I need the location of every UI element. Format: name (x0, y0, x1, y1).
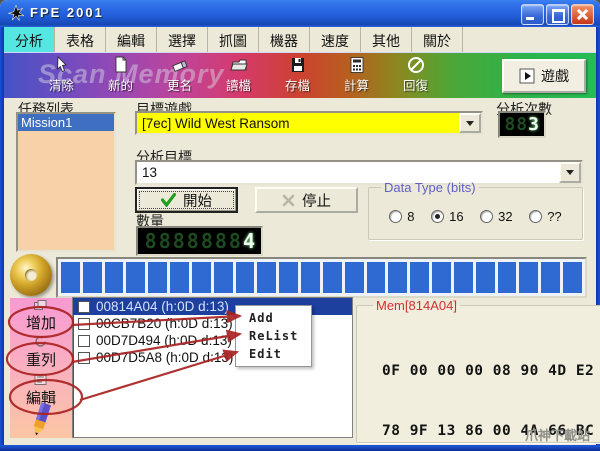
radio-icon (389, 209, 403, 223)
analysis-count-display: 88 3 (498, 111, 546, 138)
context-menu-relist[interactable]: ReList (236, 327, 311, 345)
data-type-group: Data Type (bits) 8 16 32 ?? (368, 180, 583, 240)
maximize-button[interactable] (546, 4, 569, 25)
radio-16[interactable]: 16 (431, 209, 464, 224)
memory-panel-title: Mem[814A04] (376, 298, 457, 313)
radio-icon (431, 209, 445, 223)
radio-icon (480, 209, 494, 223)
game-button[interactable]: 遊戲 (502, 59, 586, 93)
menu-speed[interactable]: 速度 (310, 27, 361, 52)
save-button[interactable]: 存檔 (268, 55, 327, 94)
data-type-legend: Data Type (bits) (384, 180, 476, 195)
rename-button[interactable]: 更名 (150, 55, 209, 94)
new-page-icon (112, 55, 130, 75)
clear-button[interactable]: 清除 (32, 55, 91, 94)
window-title: FPE 2001 (30, 5, 104, 20)
play-icon (519, 68, 535, 84)
relist-button[interactable]: 重列 (10, 349, 72, 370)
radio-icon (529, 209, 543, 223)
start-button[interactable]: 開始 (135, 187, 238, 213)
load-button[interactable]: 讀檔 (209, 55, 268, 94)
menu-other[interactable]: 其他 (361, 27, 412, 52)
floppy-icon (289, 55, 307, 75)
close-button[interactable] (571, 4, 594, 25)
side-toolbar: 增加 重列 編輯 (10, 298, 74, 438)
check-icon (161, 193, 176, 207)
checkbox-icon[interactable] (78, 317, 90, 330)
context-menu: Add ReList Edit (235, 305, 312, 367)
checkbox-icon[interactable] (78, 300, 90, 313)
cursor-icon (53, 55, 71, 75)
undo-icon (407, 55, 425, 75)
cd-icon (10, 254, 52, 296)
radio-8[interactable]: 8 (389, 209, 415, 224)
minimize-button[interactable] (521, 4, 544, 25)
open-folder-icon (229, 55, 249, 75)
app-icon (8, 5, 24, 21)
menu-analyze[interactable]: 分析 (4, 27, 55, 52)
quantity-display: 8888888 4 (136, 226, 263, 256)
menu-bar: 分析 表格 編輯 選擇 抓圖 機器 速度 其他 關於 (4, 27, 596, 53)
target-game-combo[interactable]: [7ec] Wild West Ransom (135, 111, 483, 135)
pencil-icon (33, 402, 52, 436)
cross-icon (282, 194, 295, 206)
fpe-window: FPE 2001 分析 表格 編輯 選擇 抓圖 機器 速度 其他 關於 Scan… (0, 0, 600, 451)
task-list[interactable]: Mission1 (16, 112, 116, 252)
stop-button[interactable]: 停止 (255, 187, 358, 213)
chevron-down-icon[interactable] (459, 113, 481, 133)
title-bar[interactable]: FPE 2001 (0, 0, 600, 27)
menu-capture[interactable]: 抓圖 (208, 27, 259, 52)
menu-about[interactable]: 關於 (412, 27, 463, 52)
site-watermark: 爪神下載站 (524, 428, 590, 443)
add-button[interactable]: 增加 (10, 312, 72, 333)
toolbar: Scan Memory 清除 新的 更名 讀檔 存檔 計算 回復 遊戲 (4, 52, 596, 98)
calc-button[interactable]: 計算 (327, 55, 386, 94)
eraser-icon (170, 55, 190, 75)
menu-edit[interactable]: 編輯 (106, 27, 157, 52)
calculator-icon (348, 55, 366, 75)
restore-button[interactable]: 回復 (386, 55, 445, 94)
progress-bar (56, 257, 587, 298)
checkbox-icon[interactable] (78, 334, 90, 347)
memory-panel: Mem[814A04] 0F 00 00 00 08 90 4D E2 78 9… (356, 298, 600, 443)
note-icon (34, 374, 47, 385)
context-menu-edit[interactable]: Edit (236, 345, 311, 363)
task-list-item[interactable]: Mission1 (18, 114, 114, 131)
radio-32[interactable]: 32 (480, 209, 513, 224)
context-menu-add[interactable]: Add (236, 309, 311, 327)
cards-icon (34, 300, 47, 310)
menu-select[interactable]: 選擇 (157, 27, 208, 52)
refresh-icon (35, 336, 46, 347)
new-button[interactable]: 新的 (91, 55, 150, 94)
radio-unknown[interactable]: ?? (529, 209, 562, 224)
menu-machine[interactable]: 機器 (259, 27, 310, 52)
checkbox-icon[interactable] (78, 351, 90, 364)
menu-table[interactable]: 表格 (55, 27, 106, 52)
